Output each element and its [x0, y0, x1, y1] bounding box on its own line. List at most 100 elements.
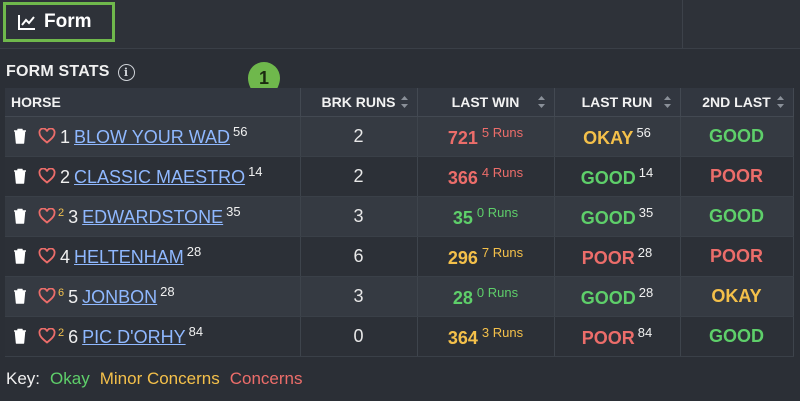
runner-number: 5 [68, 287, 79, 308]
brk-runs-value: 6 [353, 246, 364, 266]
brk-runs-cell: 6 [300, 236, 418, 277]
brk-runs-cell: 3 [300, 276, 418, 317]
favourite-count-badge: 2 [58, 327, 65, 340]
last-win-cell: 721 5 Runs [417, 116, 555, 157]
horse-cell: 2 6 PIC D'ORHY 84 [5, 316, 301, 357]
last-win-value: 721 [447, 127, 478, 148]
last-run-sup: 84 [637, 324, 653, 340]
last-run-cell: POOR 84 [554, 316, 681, 357]
header-last-run[interactable]: LAST RUN [554, 88, 681, 117]
sort-icon[interactable] [537, 95, 546, 109]
key-minor-concerns: Minor Concerns [99, 369, 220, 388]
runner-number: 4 [60, 247, 71, 268]
horse-name-link[interactable]: CLASSIC MAESTRO [74, 167, 245, 187]
header-last-win-label: LAST WIN [451, 94, 520, 110]
sort-icon[interactable] [400, 95, 409, 109]
line-chart-icon [18, 15, 35, 30]
days-since-run: 28 [160, 284, 175, 300]
second-last-cell: GOOD [680, 196, 794, 237]
last-run-cell: GOOD 28 [554, 276, 681, 317]
header-brk-runs-label: BRK RUNS [321, 94, 396, 110]
trash-icon[interactable] [13, 328, 27, 349]
trash-icon[interactable] [13, 168, 27, 189]
last-run-value: GOOD [580, 167, 636, 188]
header-2nd-last[interactable]: 2ND LAST [680, 88, 794, 117]
horse-name-link[interactable]: PIC D'ORHY [82, 327, 185, 347]
trash-icon[interactable] [13, 288, 27, 309]
form-stats-title: FORM STATS [6, 63, 110, 80]
horse-name-link[interactable]: EDWARDSTONE [82, 207, 223, 227]
last-run-value: GOOD [580, 287, 636, 308]
last-win-runs: 0 Runs [476, 284, 519, 300]
header-brk-runs[interactable]: BRK RUNS [300, 88, 418, 117]
heart-icon[interactable] [38, 247, 56, 269]
last-win-cell: 364 3 Runs [417, 316, 555, 357]
days-since-run: 28 [186, 244, 202, 260]
trash-icon[interactable] [13, 128, 27, 149]
last-run-sup: 28 [638, 284, 654, 300]
table-row: 2 6 PIC D'ORHY 84 0 364 3 Runs POOR 84 GOOD [5, 316, 794, 357]
last-win-runs: 0 Runs [476, 204, 519, 220]
heart-icon[interactable] [38, 287, 56, 309]
info-icon[interactable]: i [117, 63, 135, 81]
form-tab[interactable]: Form [3, 2, 115, 42]
last-run-sup: 35 [638, 204, 654, 220]
brk-runs-cell: 2 [300, 116, 418, 157]
last-run-value: GOOD [580, 207, 636, 228]
trash-icon[interactable] [13, 248, 27, 269]
favourite-count-badge: 6 [58, 287, 65, 300]
last-win-value: 35 [452, 207, 473, 228]
table-row: 4 HELTENHAM 28 6 296 7 Runs POOR 28 POOR [5, 236, 794, 277]
sort-icon[interactable] [663, 95, 672, 109]
heart-icon[interactable] [38, 327, 56, 349]
last-win-cell: 28 0 Runs [417, 276, 555, 317]
days-since-run: 84 [188, 324, 204, 340]
heart-icon[interactable] [38, 207, 56, 229]
header-2nd-last-label: 2ND LAST [702, 94, 771, 110]
last-run-sup: 14 [638, 164, 654, 180]
horse-name-link[interactable]: JONBON [82, 287, 157, 307]
horse-cell: 4 HELTENHAM 28 [5, 236, 301, 277]
header-last-win[interactable]: LAST WIN [417, 88, 555, 117]
last-win-value: 364 [447, 327, 478, 348]
second-last-cell: POOR [680, 156, 794, 197]
brk-runs-value: 2 [353, 126, 364, 146]
last-run-value: POOR [581, 247, 635, 268]
last-win-cell: 366 4 Runs [417, 156, 555, 197]
last-win-value: 296 [447, 247, 478, 268]
header-horse[interactable]: HORSE [5, 88, 301, 117]
table-row: 6 5 JONBON 28 3 28 0 Runs GOOD 28 OKAY [5, 276, 794, 317]
runner-number: 1 [60, 127, 71, 148]
toolbar-divider [682, 0, 683, 48]
brk-runs-cell: 2 [300, 156, 418, 197]
runner-number: 3 [68, 207, 79, 228]
runner-number: 2 [60, 167, 71, 188]
horse-cell: 6 5 JONBON 28 [5, 276, 301, 317]
table-row: 2 3 EDWARDSTONE 35 3 35 0 Runs GOOD 35 GOOD [5, 196, 794, 237]
top-toolbar: Form [0, 0, 800, 49]
horse-name-link[interactable]: BLOW YOUR WAD [74, 127, 230, 147]
second-last-cell: OKAY [680, 276, 794, 317]
runner-number: 6 [68, 327, 79, 348]
sort-icon[interactable] [776, 95, 785, 109]
table-row: 1 BLOW YOUR WAD 56 2 721 5 Runs OKAY 56 GOOD [5, 116, 794, 157]
days-since-run: 14 [248, 164, 263, 180]
horse-cell: 2 3 EDWARDSTONE 35 [5, 196, 301, 237]
last-win-runs: 7 Runs [481, 244, 524, 260]
last-win-runs: 4 Runs [481, 164, 524, 180]
trash-icon[interactable] [13, 208, 27, 229]
second-last-value: GOOD [708, 206, 764, 226]
color-key: Key: Okay Minor Concerns Concerns [6, 369, 312, 389]
horse-name-link[interactable]: HELTENHAM [74, 247, 184, 267]
last-win-value: 28 [452, 287, 473, 308]
heart-icon[interactable] [38, 127, 56, 149]
horse-cell: 1 BLOW YOUR WAD 56 [5, 116, 301, 157]
brk-runs-cell: 0 [300, 316, 418, 357]
brk-runs-value: 3 [353, 286, 364, 306]
heart-icon[interactable] [38, 167, 56, 189]
days-since-run: 56 [233, 124, 248, 140]
last-run-cell: POOR 28 [554, 236, 681, 277]
favourite-count-badge: 2 [58, 207, 65, 220]
second-last-cell: POOR [680, 236, 794, 277]
second-last-value: OKAY [711, 286, 762, 306]
